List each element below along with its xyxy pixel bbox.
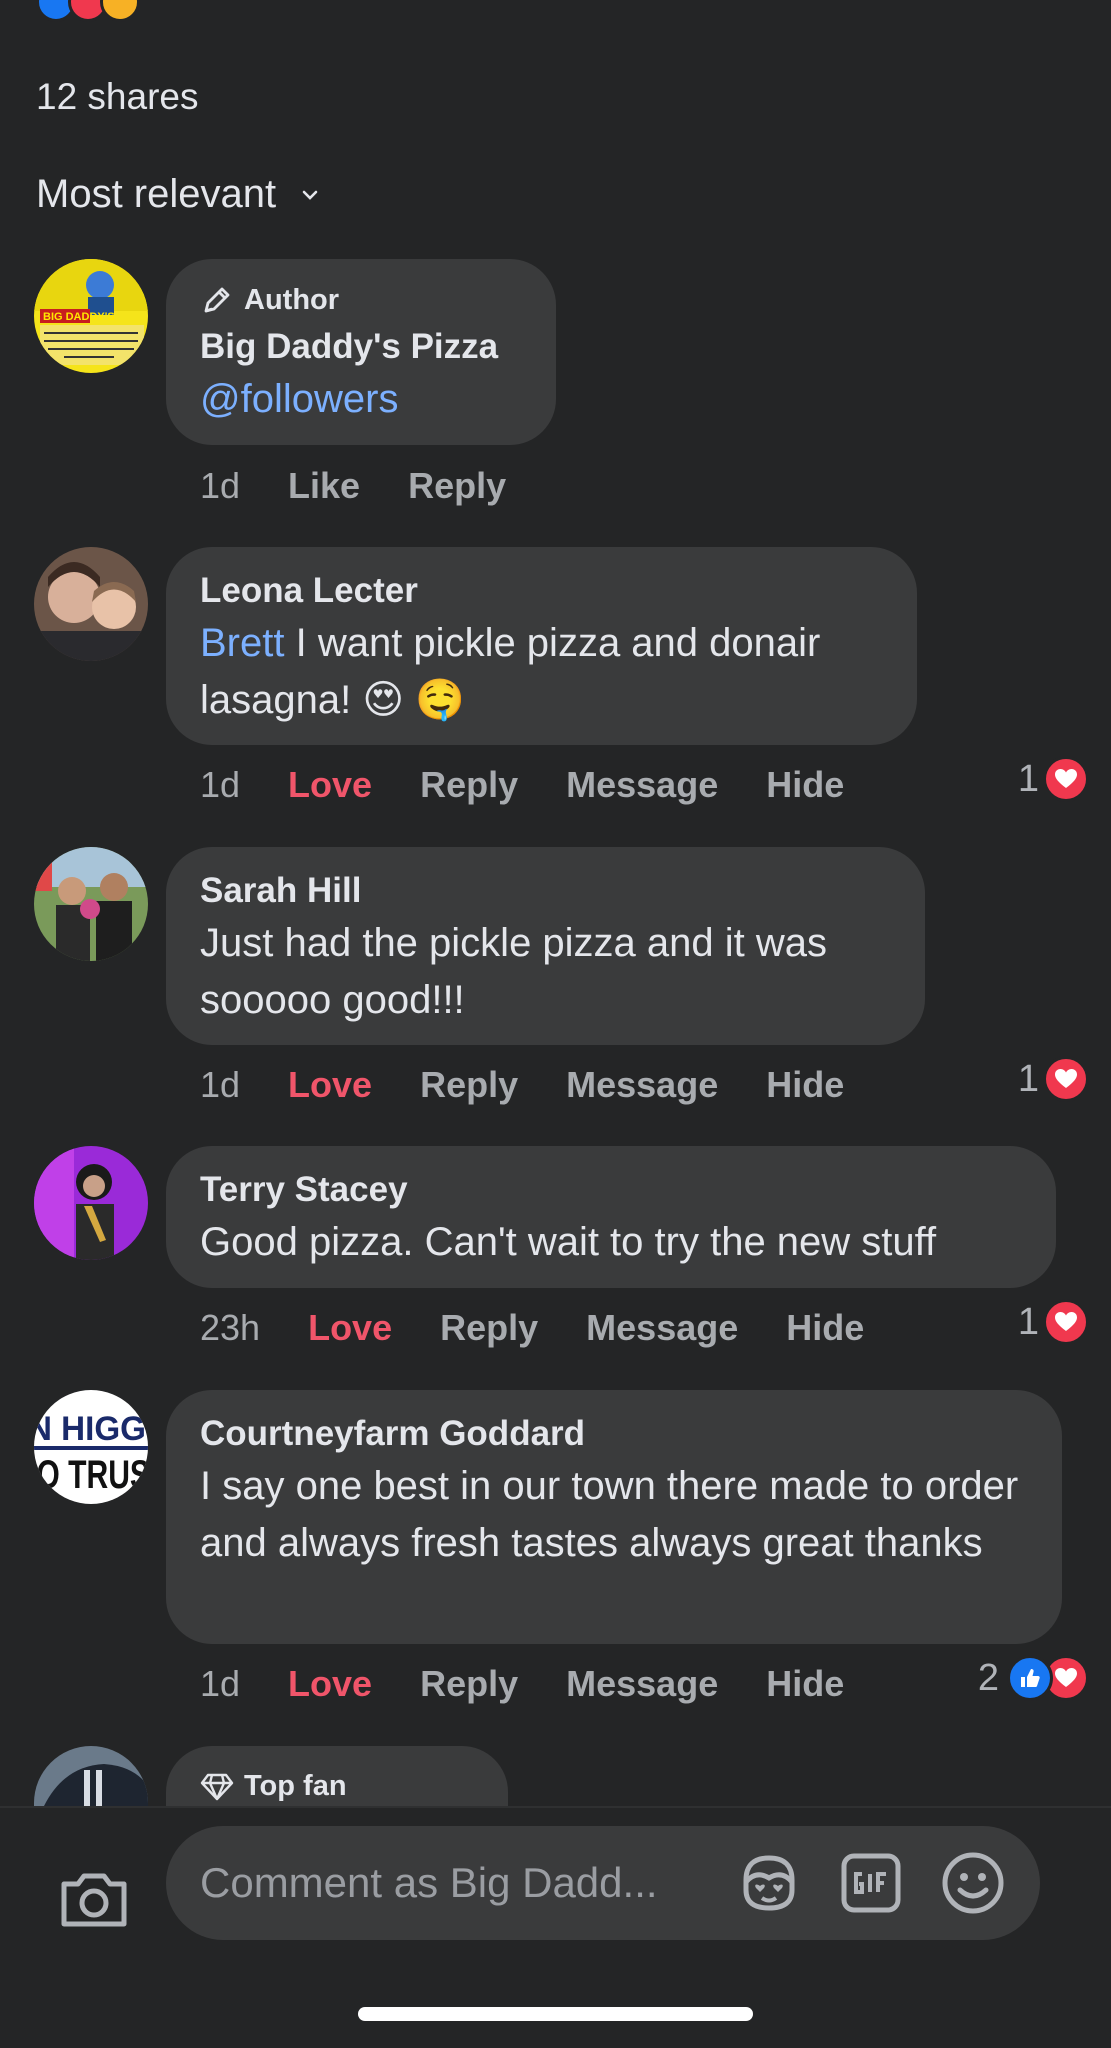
message-button[interactable]: Message [566, 1663, 718, 1705]
comment-input[interactable]: Comment as Big Dadd... [166, 1826, 1040, 1940]
gif-icon[interactable] [838, 1850, 904, 1916]
reaction-count: 1 [1017, 1057, 1039, 1100]
comment-body: Good pizza. Can't wait to try the new st… [200, 1220, 937, 1264]
comment-input-placeholder: Comment as Big Dadd... [200, 1859, 658, 1906]
like-button[interactable]: Like [288, 465, 360, 507]
comment-actions: 1d Love Reply Message Hide [200, 764, 892, 806]
reaction-summary[interactable]: 1 [1018, 1299, 1089, 1345]
avatar-line-2: IO TRUS [34, 1453, 148, 1497]
love-button[interactable]: Love [288, 764, 372, 806]
reply-button[interactable]: Reply [408, 465, 506, 507]
message-button[interactable]: Message [566, 1064, 718, 1106]
hide-button[interactable]: Hide [766, 1663, 844, 1705]
comment-time[interactable]: 1d [200, 764, 240, 806]
commenter-name[interactable]: Courtneyfarm Goddard [200, 1414, 1028, 1454]
diamond-icon [200, 1773, 234, 1800]
reply-button[interactable]: Reply [440, 1307, 538, 1349]
reaction-count: 1 [1017, 757, 1039, 800]
avatar[interactable] [34, 847, 148, 961]
comment-bubble[interactable]: Author Big Daddy's Pizza @followers [166, 259, 556, 445]
commenter-name[interactable]: Big Daddy's Pizza [200, 327, 522, 367]
comment-body: I want pickle pizza and donair lasagna! … [200, 621, 821, 722]
comment-time[interactable]: 1d [200, 1064, 240, 1106]
comment-bubble[interactable]: Top fan [166, 1746, 508, 1806]
comment-body: Just had the pickle pizza and it was soo… [200, 921, 828, 1022]
avatar-sign-text: BIG DADDY'S [43, 311, 115, 323]
comment-actions: 1d Like Reply [200, 465, 554, 507]
sort-dropdown[interactable]: Most relevant [36, 172, 320, 217]
comment-actions: 1d Love Reply Message Hide [200, 1064, 892, 1106]
love-reaction-icon [1043, 1299, 1089, 1345]
love-reaction-icon [1043, 756, 1089, 802]
reaction-summary[interactable]: 1 [1018, 756, 1089, 802]
commenter-name[interactable]: Sarah Hill [200, 871, 891, 911]
top-fan-badge: Top fan [200, 1770, 474, 1803]
comment-bubble[interactable]: Leona Lecter Brett I want pickle pizza a… [166, 547, 917, 745]
comment-actions: 1d Love Reply Message Hide [200, 1663, 892, 1705]
haha-reaction-icon [100, 0, 140, 22]
mention-link[interactable]: @followers [200, 377, 398, 421]
hide-button[interactable]: Hide [766, 1064, 844, 1106]
avatar[interactable] [34, 1746, 148, 1806]
comment-time[interactable]: 23h [200, 1307, 260, 1349]
shares-count[interactable]: 12 shares [36, 76, 199, 118]
reply-button[interactable]: Reply [420, 1663, 518, 1705]
reaction-count: 2 [977, 1656, 999, 1699]
message-button[interactable]: Message [586, 1307, 738, 1349]
comment-bubble[interactable]: Terry Stacey Good pizza. Can't wait to t… [166, 1146, 1056, 1288]
love-button[interactable]: Love [288, 1663, 372, 1705]
home-indicator[interactable] [358, 2007, 753, 2021]
comment-time[interactable]: 1d [200, 465, 240, 507]
reaction-summary[interactable]: 2 [978, 1655, 1089, 1701]
comment-actions: 23h Love Reply Message Hide [200, 1307, 912, 1349]
comment-text: @followers [200, 371, 522, 428]
like-reaction-icon [1007, 1655, 1053, 1701]
top-fan-label: Top fan [244, 1770, 347, 1802]
avatar[interactable] [34, 547, 148, 661]
love-button[interactable]: Love [308, 1307, 392, 1349]
comment-time[interactable]: 1d [200, 1663, 240, 1705]
sort-label: Most relevant [36, 172, 277, 216]
message-button[interactable]: Message [566, 764, 718, 806]
reaction-count: 1 [1017, 1300, 1039, 1343]
commenter-name[interactable]: Terry Stacey [200, 1170, 1022, 1210]
love-button[interactable]: Love [288, 1064, 372, 1106]
pencil-icon [204, 287, 230, 313]
comment-bubble[interactable]: Courtneyfarm Goddard I say one best in o… [166, 1390, 1062, 1644]
author-badge-label: Author [244, 283, 340, 316]
avatar-line-1: N HIGG [34, 1410, 146, 1448]
hide-button[interactable]: Hide [766, 764, 844, 806]
commenter-name[interactable]: Leona Lecter [200, 571, 883, 611]
camera-icon[interactable] [58, 1868, 130, 1932]
post-reaction-icons[interactable] [36, 0, 140, 22]
avatar[interactable]: BIG DADDY'S [34, 259, 148, 373]
mention-link[interactable]: Brett [200, 621, 284, 665]
comment-text: Brett I want pickle pizza and donair las… [200, 615, 883, 729]
reply-button[interactable]: Reply [420, 764, 518, 806]
avatar-sticker-icon[interactable] [736, 1850, 802, 1916]
love-reaction-icon [1043, 1056, 1089, 1102]
comment-bubble[interactable]: Sarah Hill Just had the pickle pizza and… [166, 847, 925, 1045]
reaction-summary[interactable]: 1 [1018, 1056, 1089, 1102]
avatar[interactable]: N HIGG IO TRUS [34, 1390, 148, 1504]
author-badge: Author [200, 283, 522, 317]
avatar[interactable] [34, 1146, 148, 1260]
reply-button[interactable]: Reply [420, 1064, 518, 1106]
hide-button[interactable]: Hide [786, 1307, 864, 1349]
emoji-icon[interactable] [940, 1850, 1006, 1916]
comment-body: I say one best in our town there made to… [200, 1464, 1019, 1565]
chevron-down-icon [302, 190, 318, 200]
